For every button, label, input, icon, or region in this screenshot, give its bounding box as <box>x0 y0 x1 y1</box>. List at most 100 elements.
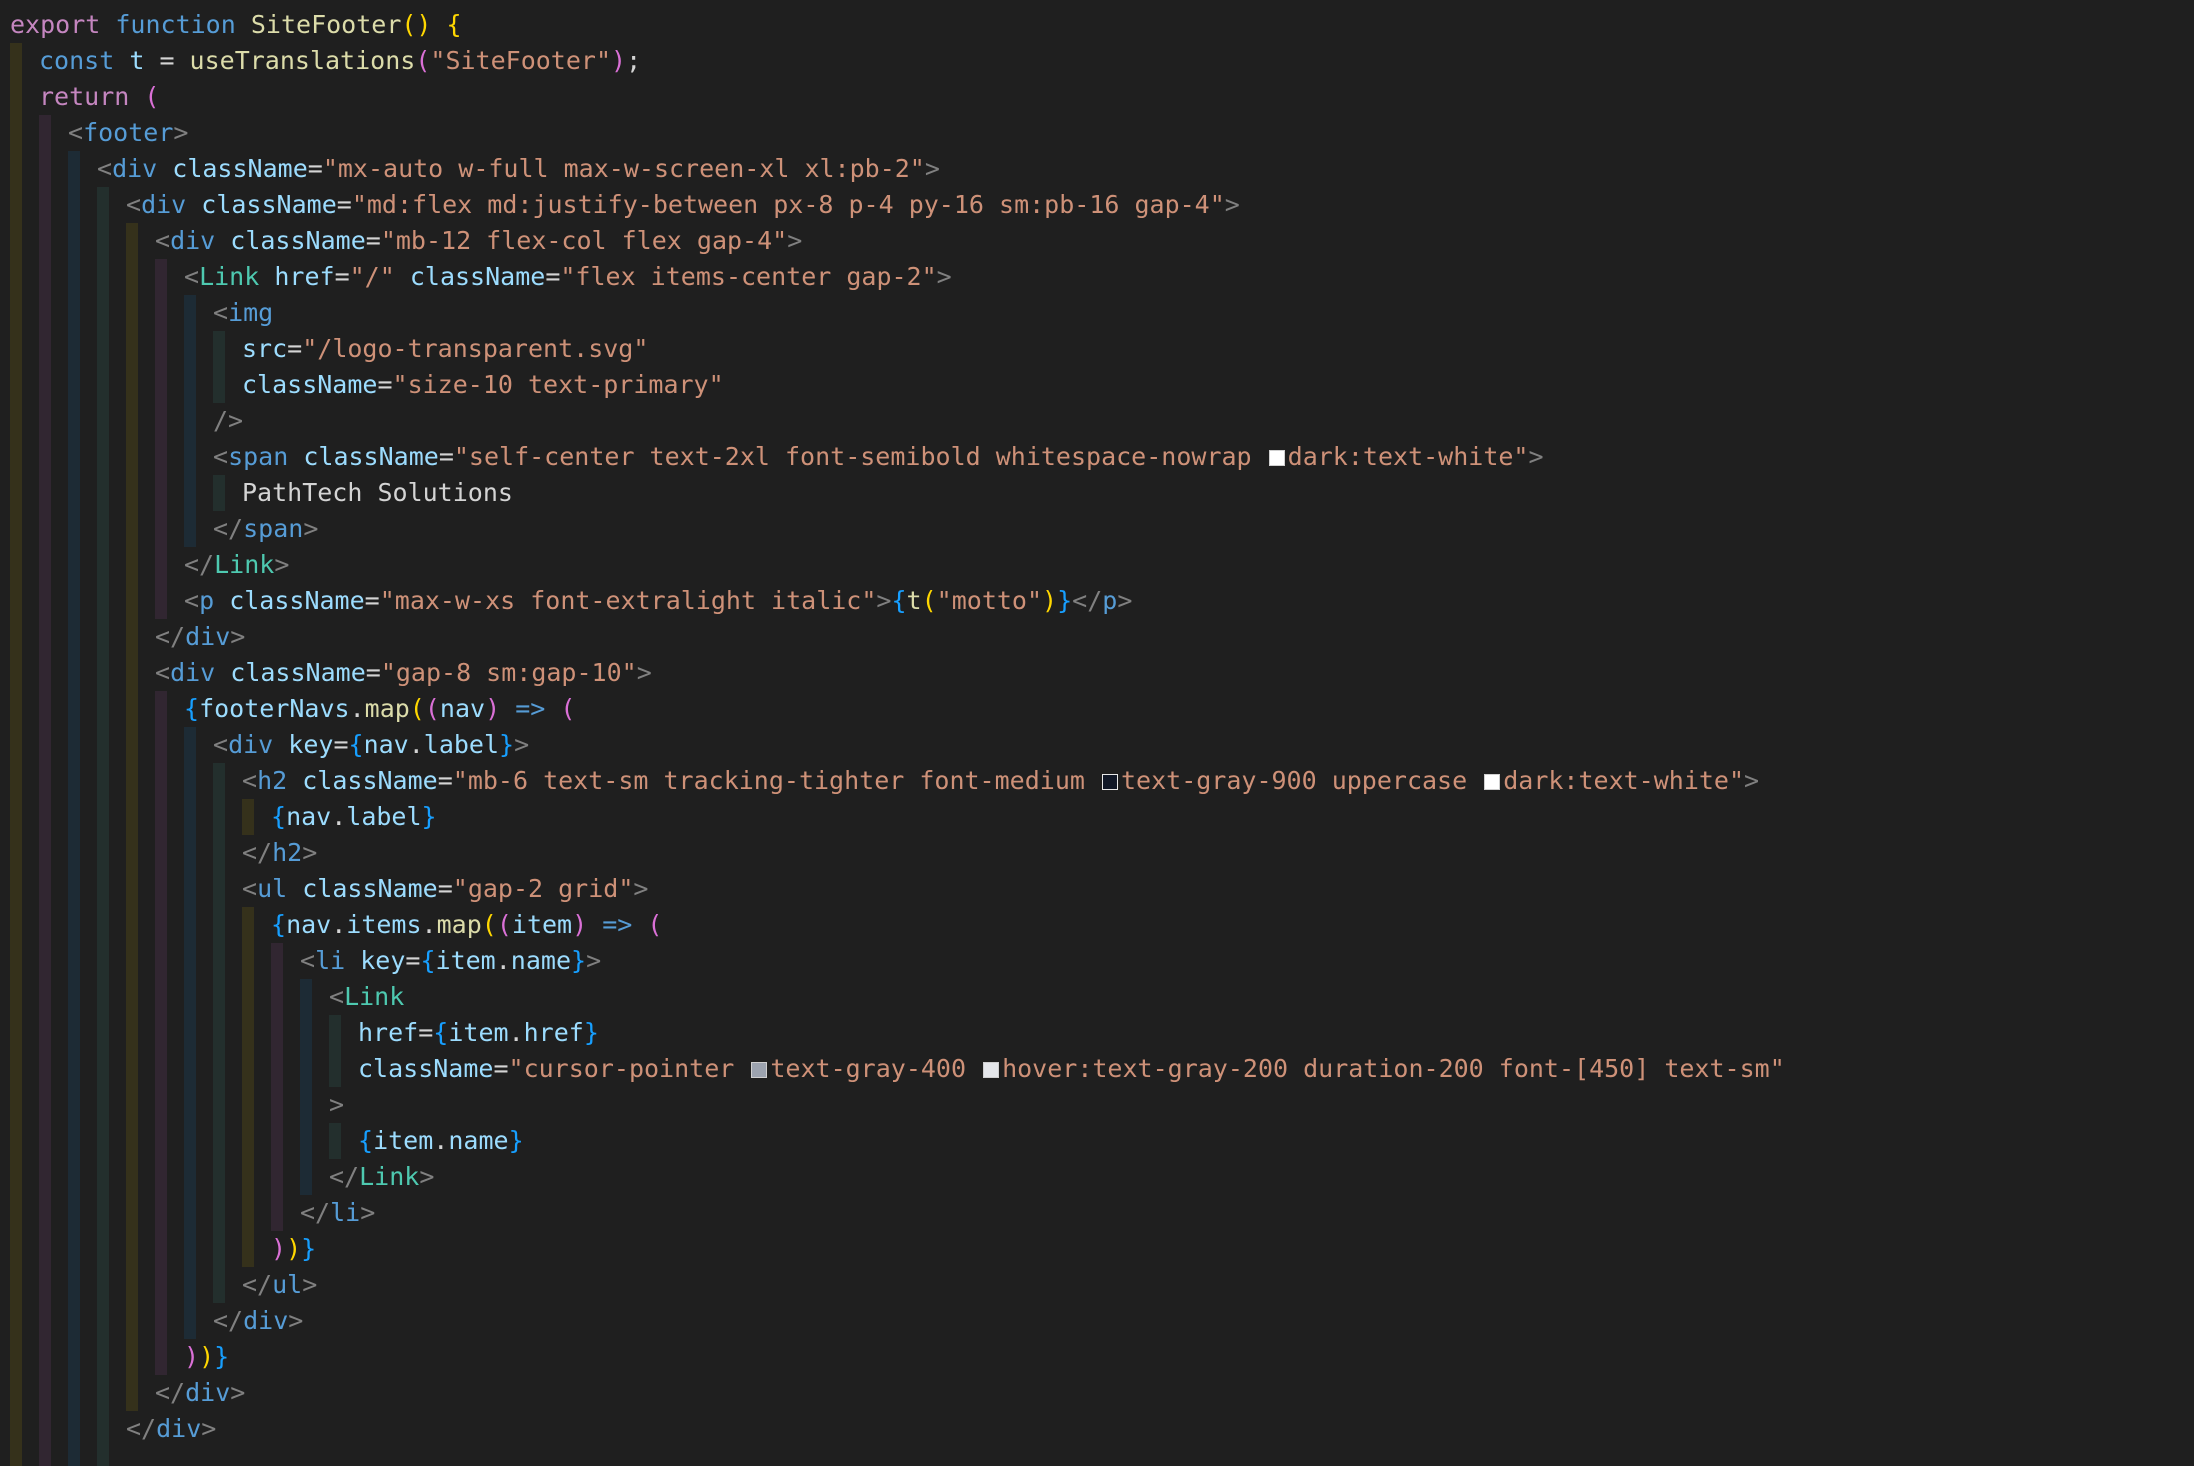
code-token: < <box>329 982 345 1011</box>
code-token: "/logo-transparent.svg" <box>302 334 649 363</box>
code-token: < <box>68 118 84 147</box>
code-token: . <box>421 910 437 939</box>
code-line: <Link <box>10 979 2190 1015</box>
code-line: </h2> <box>10 835 2190 871</box>
code-lines: export function SiteFooter() {const t = … <box>10 7 2190 1466</box>
code-token: ( <box>921 586 937 615</box>
code-token: hover:text-gray-200 duration-200 font-[4… <box>1002 1054 1785 1083</box>
code-token: > <box>924 154 940 183</box>
code-line: <p className="max-w-xs font-extralight i… <box>10 583 2190 619</box>
code-token: className <box>358 1054 494 1083</box>
code-token: ( <box>144 82 160 111</box>
code-line: <div className="mb-12 flex-col flex gap-… <box>10 223 2190 259</box>
code-token: < <box>155 226 171 255</box>
code-token: < <box>155 658 171 687</box>
code-line: <h2 className="mb-6 text-sm tracking-tig… <box>10 763 2190 799</box>
color-swatch-icon <box>1268 450 1285 466</box>
code-line: </Link> <box>10 547 2190 583</box>
code-token: label <box>346 802 422 831</box>
code-token: </ <box>213 514 244 543</box>
code-token: . <box>331 910 347 939</box>
code-token: > <box>1528 442 1544 471</box>
color-swatch-icon <box>1484 774 1501 790</box>
code-line: </li> <box>10 1195 2190 1231</box>
code-token: Link <box>344 982 405 1011</box>
code-token: < <box>213 442 229 471</box>
code-line: ))} <box>10 1231 2190 1267</box>
code-token: item <box>435 946 496 975</box>
code-line: ))} <box>10 1339 2190 1375</box>
code-token: ) <box>199 1342 215 1371</box>
code-token: = <box>333 730 349 759</box>
code-token: "self-center text-2xl font-semibold whit… <box>453 442 1267 471</box>
code-token: div <box>243 1306 289 1335</box>
code-token: } <box>499 730 515 759</box>
code-token: = <box>377 370 393 399</box>
code-token: href <box>358 1018 419 1047</box>
code-token: </ <box>126 1414 157 1443</box>
code-token: </ <box>213 1306 244 1335</box>
code-line: {nav.items.map((item) => ( <box>10 907 2190 943</box>
code-token: = <box>307 154 323 183</box>
code-token: key <box>360 946 406 975</box>
code-token: () <box>401 10 432 39</box>
code-token: </ <box>184 550 215 579</box>
code-token: ) <box>184 1342 200 1371</box>
code-token: nav <box>439 694 486 723</box>
code-token: > <box>230 622 246 651</box>
code-line: className="size-10 text-primary" <box>10 367 2190 403</box>
code-token: className <box>230 226 366 255</box>
code-token: "mb-6 text-sm tracking-tighter font-medi… <box>452 766 1100 795</box>
code-line: </div> <box>10 1411 2190 1447</box>
code-token: ( <box>409 694 425 723</box>
code-token: { <box>184 694 200 723</box>
code-token: { <box>420 946 436 975</box>
code-token: "cursor-pointer <box>508 1054 750 1083</box>
code-token: const <box>39 46 115 75</box>
code-token: </ <box>155 622 186 651</box>
code-token: footerNavs <box>199 694 350 723</box>
code-token: > <box>1224 190 1240 219</box>
code-token: > <box>303 514 319 543</box>
code-token: src <box>242 334 288 363</box>
code-line: <div key={nav.label}> <box>10 727 2190 763</box>
code-line: </ul> <box>10 1267 2190 1303</box>
code-token: . <box>508 1018 524 1047</box>
code-token: { <box>271 802 287 831</box>
code-token: < <box>213 730 229 759</box>
code-token: = <box>144 46 190 75</box>
code-token: name <box>510 946 572 975</box>
code-token: = <box>336 190 352 219</box>
code-token: className <box>302 766 438 795</box>
color-swatch-icon <box>1101 774 1118 790</box>
code-line: src="/logo-transparent.svg" <box>10 331 2190 367</box>
code-editor[interactable]: export function SiteFooter() {const t = … <box>0 0 2194 1466</box>
code-token: text-gray-900 uppercase <box>1120 766 1483 795</box>
code-token: t <box>906 586 922 615</box>
code-token: > <box>1117 586 1133 615</box>
code-token: ( <box>415 46 431 75</box>
code-token: nav <box>363 730 409 759</box>
code-token: < <box>300 946 316 975</box>
code-token: ) <box>611 46 627 75</box>
code-token: > <box>1744 766 1760 795</box>
code-token: className <box>229 586 365 615</box>
code-token: div <box>141 190 187 219</box>
code-token: label <box>423 730 500 759</box>
code-token: "SiteFooter" <box>430 46 612 75</box>
code-token: div <box>156 1414 202 1443</box>
code-token: className <box>242 370 378 399</box>
code-token: </ <box>242 838 273 867</box>
code-line: <div className="gap-8 sm:gap-10"> <box>10 655 2190 691</box>
code-line: </span> <box>10 511 2190 547</box>
code-token: > <box>201 1414 217 1443</box>
code-token: { <box>348 730 364 759</box>
